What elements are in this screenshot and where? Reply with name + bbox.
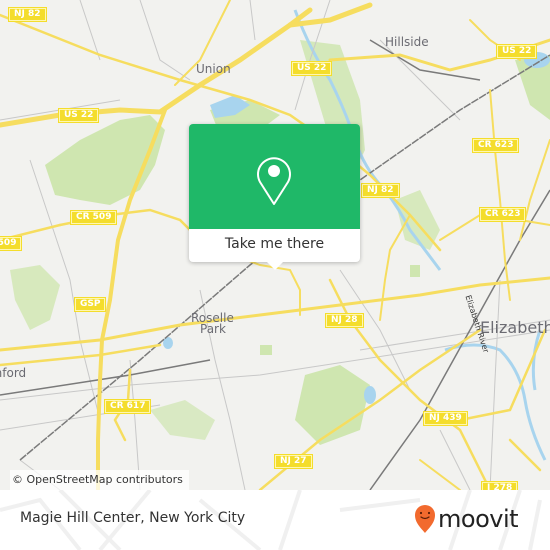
park-area: [260, 345, 272, 355]
route-shield-nj439: NJ 439: [423, 411, 468, 426]
pond: [364, 386, 376, 404]
pond: [163, 337, 173, 349]
map-attribution[interactable]: © OpenStreetMap contributors: [10, 470, 189, 490]
route-shield-cr623: CR 623: [479, 207, 527, 222]
route-shield-us22: US 22: [58, 108, 100, 123]
popup-pointer: [267, 262, 283, 270]
road-cr623: [489, 89, 511, 301]
route-shield-gsp: GSP: [74, 297, 107, 312]
road-i278: [508, 438, 542, 472]
place-label-park: Park: [200, 322, 226, 336]
route-shield-cr509: CR 509: [70, 210, 118, 225]
location-title: Magie Hill Center, New York City: [20, 510, 246, 526]
place-label-hillside: Hillside: [385, 35, 429, 49]
take-me-there-button[interactable]: Take me there: [189, 229, 360, 262]
park-area: [410, 265, 420, 277]
moovit-wordmark: moovit: [438, 505, 519, 533]
location-pin-icon: [257, 157, 291, 205]
road: [419, 459, 461, 490]
route-shield-i278: I 278: [481, 481, 519, 490]
destination-popup: Take me there: [189, 124, 360, 270]
river: [531, 329, 542, 391]
route-shield-us22: US 22: [291, 61, 333, 76]
moovit-pin-icon: [415, 505, 435, 533]
route-shield-cr509: CR 509: [0, 236, 23, 251]
route-shield-us22: US 22: [496, 44, 538, 59]
route-shield-nj28: NJ 28: [325, 313, 364, 328]
route-shield-cr617: CR 617: [104, 399, 152, 414]
route-shield-nj27: NJ 27: [274, 454, 313, 469]
route-shield-nj82: NJ 82: [361, 183, 400, 198]
popup-header: [189, 124, 360, 229]
park-area: [150, 400, 215, 440]
route-shield-nj82: NJ 82: [8, 7, 47, 22]
place-label-union: Union: [196, 62, 231, 76]
footer-bar: Magie Hill Center, New York City moovit: [0, 490, 550, 550]
place-label-cranford: Cranford: [0, 366, 27, 380]
place-label-elizabeth: Elizabeth: [480, 318, 550, 337]
route-shield-cr623: CR 623: [472, 138, 520, 153]
park-area: [10, 265, 60, 330]
